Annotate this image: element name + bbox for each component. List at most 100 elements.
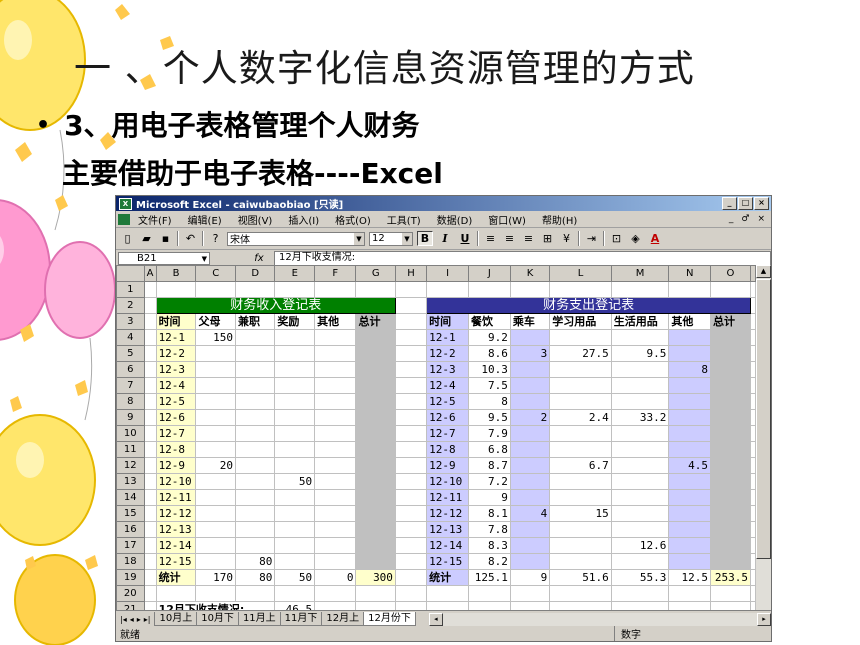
income-value-cell[interactable]: [355, 329, 396, 346]
row-header-16[interactable]: 16: [116, 521, 145, 538]
expense-value-cell[interactable]: 7.8: [467, 521, 511, 538]
expense-value-cell[interactable]: 8.7: [467, 457, 511, 474]
expense-value-cell[interactable]: [509, 377, 551, 394]
scroll-left-icon[interactable]: ◂: [428, 612, 443, 626]
income-value-cell[interactable]: [355, 361, 396, 378]
expense-value-cell[interactable]: [549, 489, 612, 506]
expense-value-cell[interactable]: [549, 473, 612, 490]
income-value-cell[interactable]: [314, 425, 357, 442]
income-value-cell[interactable]: [274, 441, 316, 458]
cell[interactable]: [394, 297, 428, 314]
expense-date-cell[interactable]: 12-7: [426, 425, 469, 442]
align-center-icon[interactable]: ≡: [502, 231, 517, 246]
income-total-cell[interactable]: 统计: [155, 569, 197, 586]
income-value-cell[interactable]: [234, 489, 276, 506]
row-header-7[interactable]: 7: [116, 377, 145, 394]
expense-value-cell[interactable]: [549, 521, 612, 538]
row-header-5[interactable]: 5: [116, 345, 145, 362]
cell[interactable]: [143, 489, 157, 506]
cell[interactable]: [750, 553, 756, 570]
expense-date-cell[interactable]: 12-12: [426, 505, 469, 522]
income-date-cell[interactable]: 12-2: [155, 345, 197, 362]
expense-value-cell[interactable]: [709, 393, 752, 410]
italic-button[interactable]: I: [437, 231, 453, 246]
income-value-cell[interactable]: [314, 393, 357, 410]
cell[interactable]: [394, 361, 428, 378]
income-value-cell[interactable]: [195, 361, 236, 378]
income-value-cell[interactable]: [274, 377, 316, 394]
income-value-cell[interactable]: [314, 473, 357, 490]
expense-date-cell[interactable]: 12-2: [426, 345, 469, 362]
income-total-cell[interactable]: 80: [234, 569, 276, 586]
font-name-select[interactable]: 宋体 ▼: [227, 231, 365, 246]
income-value-cell[interactable]: [195, 425, 236, 442]
expense-date-cell[interactable]: 12-13: [426, 521, 469, 538]
indent-icon[interactable]: ⇥: [584, 231, 599, 246]
sheet-tab[interactable]: 11月上: [237, 612, 281, 626]
income-value-cell[interactable]: [355, 505, 396, 522]
expense-date-cell[interactable]: 12-5: [426, 393, 469, 410]
income-value-cell[interactable]: 50: [274, 473, 316, 490]
sheet-tab[interactable]: 12月份下: [363, 612, 416, 626]
expense-value-cell[interactable]: [709, 505, 752, 522]
scroll-up-icon[interactable]: ▲: [756, 265, 771, 278]
cell[interactable]: [394, 345, 428, 362]
cell[interactable]: [394, 281, 428, 298]
expense-value-cell[interactable]: [549, 329, 612, 346]
expense-value-cell[interactable]: [509, 521, 551, 538]
cell[interactable]: [509, 601, 551, 610]
expense-date-cell[interactable]: 12-14: [426, 537, 469, 554]
expense-value-cell[interactable]: [509, 361, 551, 378]
font-color-button[interactable]: A: [647, 231, 663, 246]
expense-value-cell[interactable]: [668, 505, 711, 522]
cell[interactable]: [394, 313, 428, 330]
doc-close-button[interactable]: ×: [757, 214, 765, 224]
font-size-select[interactable]: 12 ▼: [369, 231, 413, 246]
summary-value-cell[interactable]: 46.5: [274, 601, 316, 610]
column-header-g[interactable]: G: [355, 265, 396, 282]
expense-value-cell[interactable]: [509, 553, 551, 570]
cell[interactable]: [709, 585, 752, 602]
income-value-cell[interactable]: [314, 329, 357, 346]
cell[interactable]: [394, 473, 428, 490]
expense-value-cell[interactable]: [668, 521, 711, 538]
cell[interactable]: [143, 505, 157, 522]
income-value-cell[interactable]: [274, 361, 316, 378]
cell[interactable]: [709, 281, 752, 298]
income-value-cell[interactable]: [195, 377, 236, 394]
cell[interactable]: [467, 585, 511, 602]
income-value-cell[interactable]: [234, 393, 276, 410]
cell[interactable]: [394, 569, 428, 586]
income-value-cell[interactable]: [234, 361, 276, 378]
fill-color-icon[interactable]: ◈: [628, 231, 643, 246]
expense-value-cell[interactable]: 12.6: [610, 537, 670, 554]
cell[interactable]: [750, 393, 756, 410]
cell[interactable]: [750, 569, 756, 586]
cell[interactable]: [143, 345, 157, 362]
cell[interactable]: [394, 585, 428, 602]
expense-value-cell[interactable]: [668, 409, 711, 426]
sheet-tab[interactable]: 10月上: [154, 612, 198, 626]
menu-data[interactable]: 数据(D): [437, 212, 473, 227]
income-value-cell[interactable]: [274, 409, 316, 426]
income-total-cell[interactable]: 0: [314, 569, 357, 586]
income-value-cell[interactable]: 150: [195, 329, 236, 346]
expense-value-cell[interactable]: 6.8: [467, 441, 511, 458]
income-value-cell[interactable]: [234, 329, 276, 346]
income-date-cell[interactable]: 12-11: [155, 489, 197, 506]
income-value-cell[interactable]: 80: [234, 553, 276, 570]
row-header-18[interactable]: 18: [116, 553, 145, 570]
income-date-cell[interactable]: 12-6: [155, 409, 197, 426]
income-value-cell[interactable]: [195, 505, 236, 522]
cell[interactable]: [750, 361, 756, 378]
summary-label-cell[interactable]: 12月下收支情况:: [155, 601, 276, 610]
income-value-cell[interactable]: [195, 489, 236, 506]
income-value-cell[interactable]: [314, 361, 357, 378]
column-header-c[interactable]: C: [195, 265, 236, 282]
cell[interactable]: [195, 585, 236, 602]
income-value-cell[interactable]: [274, 505, 316, 522]
expense-date-cell[interactable]: 12-11: [426, 489, 469, 506]
income-date-cell[interactable]: 12-15: [155, 553, 197, 570]
income-value-cell[interactable]: [355, 441, 396, 458]
income-value-cell[interactable]: [274, 425, 316, 442]
